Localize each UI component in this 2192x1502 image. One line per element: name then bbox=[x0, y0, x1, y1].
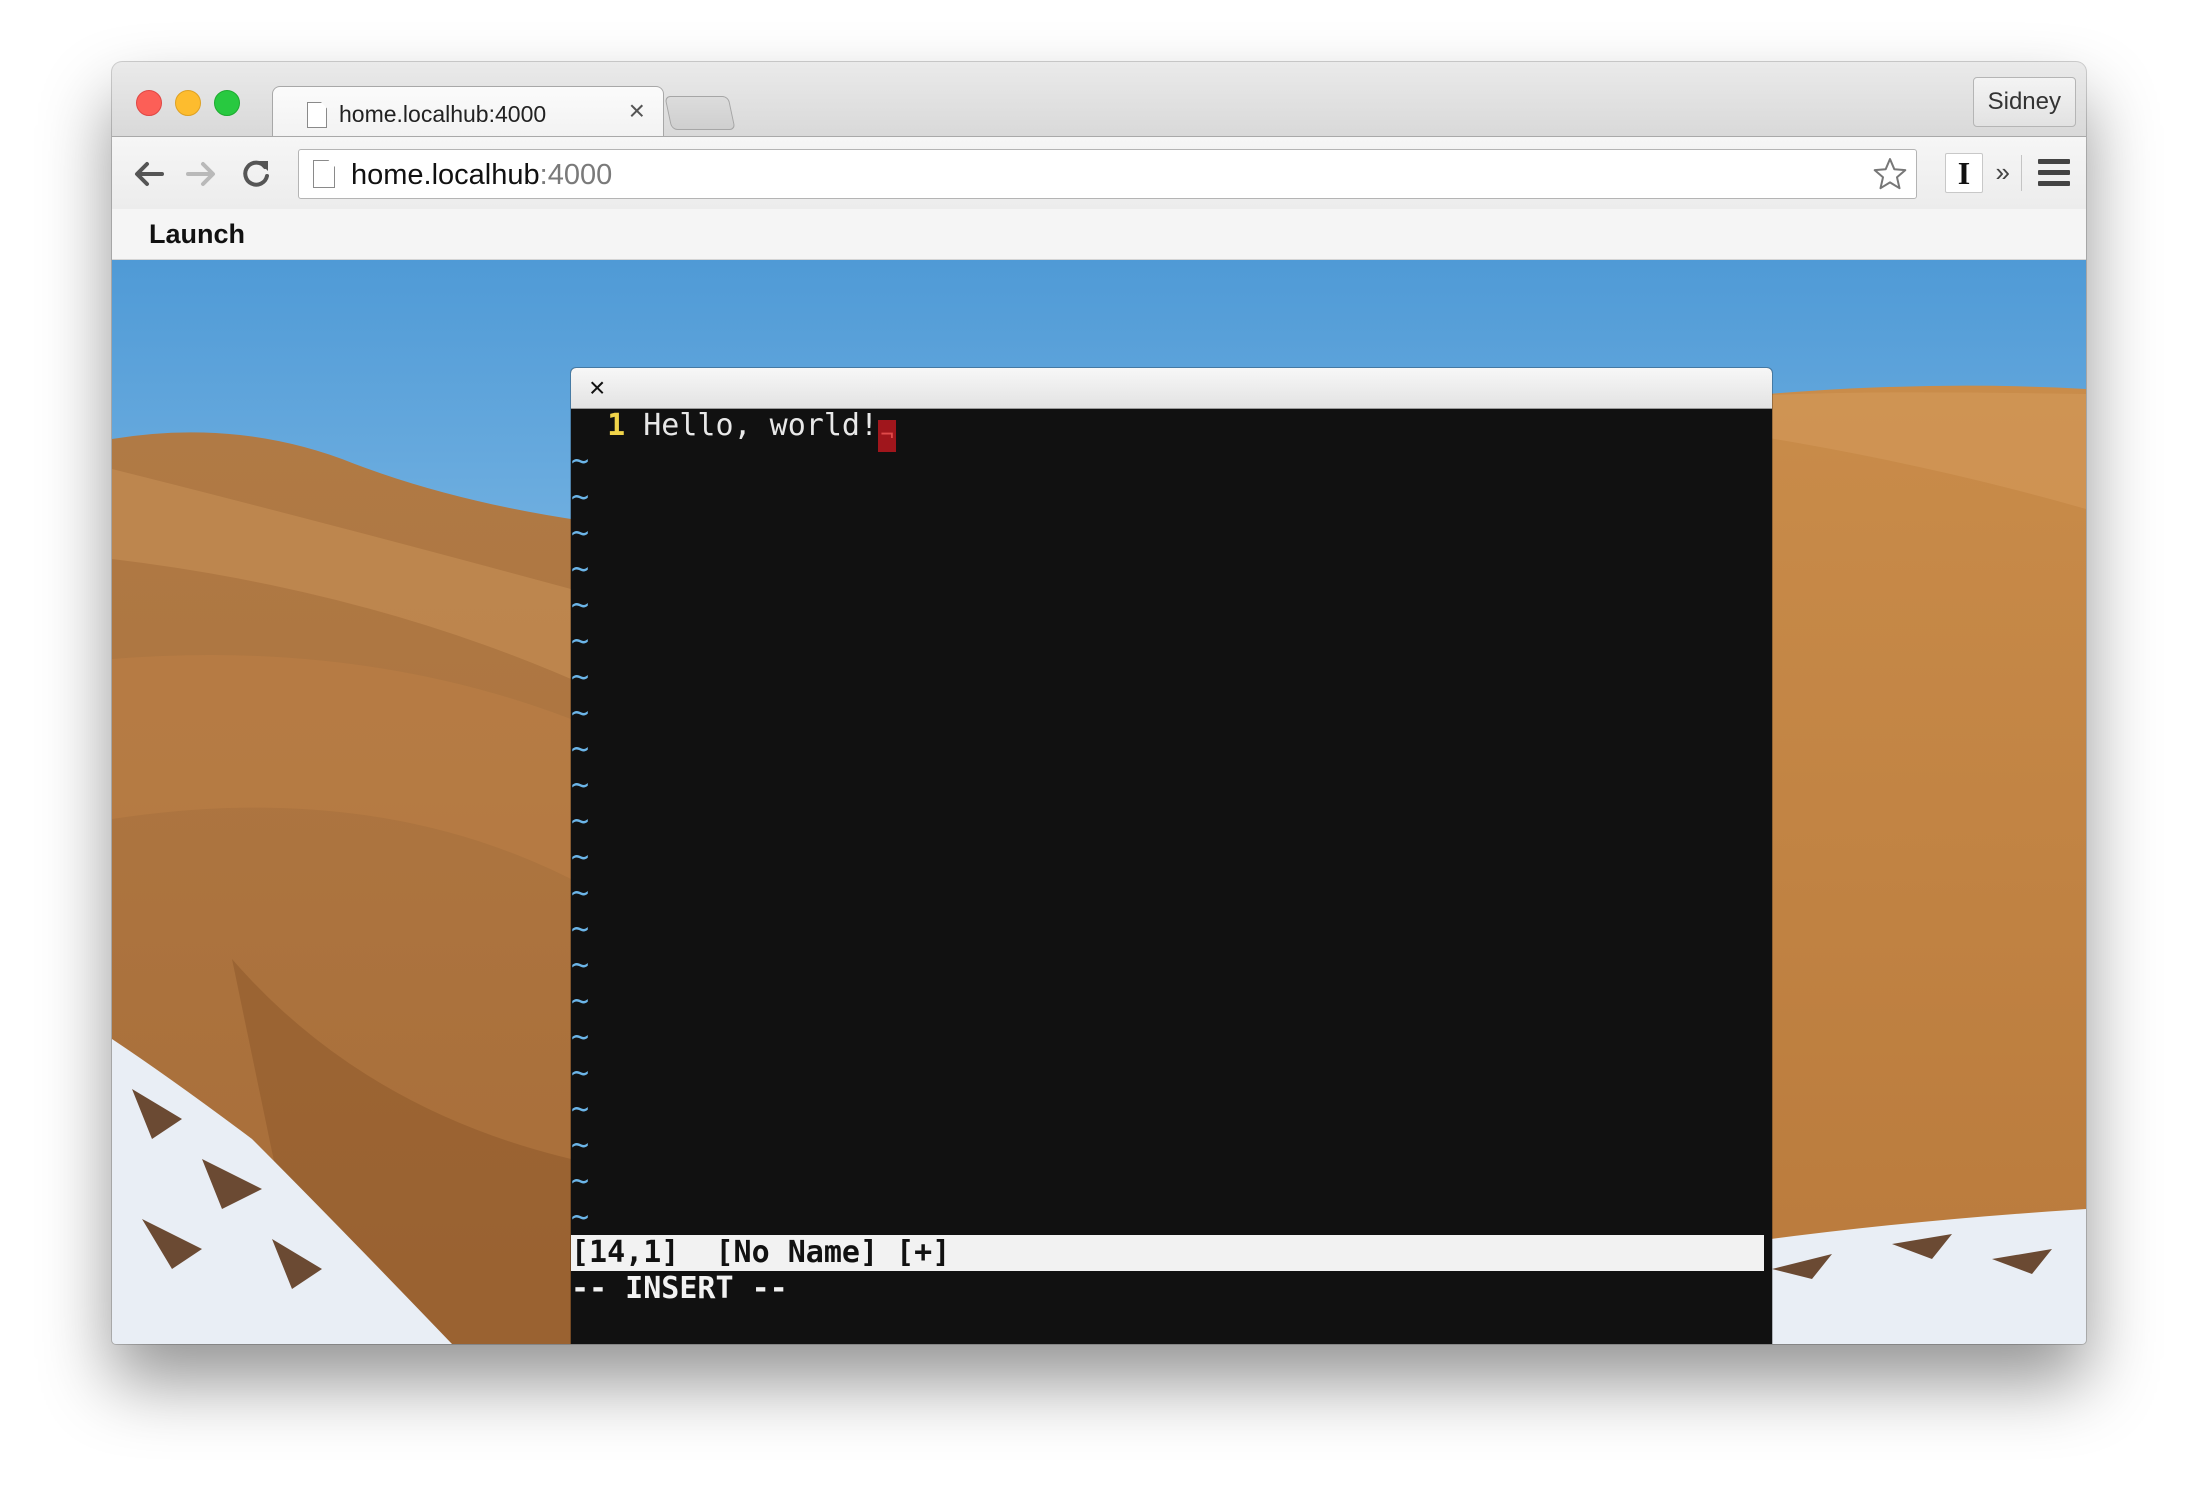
buffer-line: 1 Hello, world! ¬ bbox=[571, 408, 897, 452]
tilde-marker: ~ bbox=[571, 624, 590, 659]
status-line: [14,1] [No Name] [+] bbox=[571, 1235, 1764, 1271]
tilde-marker: ~ bbox=[571, 1092, 590, 1127]
tab-title: home.localhub:4000 bbox=[339, 101, 547, 127]
toolbar: home.localhub:4000 I » bbox=[112, 136, 2086, 210]
close-window-button[interactable] bbox=[136, 90, 162, 116]
mode-indicator: -- INSERT -- bbox=[571, 1271, 788, 1306]
tilde-marker: ~ bbox=[571, 984, 590, 1019]
tilde-marker: ~ bbox=[571, 912, 590, 947]
star-icon[interactable] bbox=[1872, 156, 1908, 192]
tilde-marker: ~ bbox=[571, 1020, 590, 1055]
tilde-marker: ~ bbox=[571, 480, 590, 515]
close-icon[interactable]: × bbox=[589, 372, 605, 404]
tilde-marker: ~ bbox=[571, 552, 590, 587]
line-number-value: 1 bbox=[607, 408, 626, 443]
tilde-marker: ~ bbox=[571, 1056, 590, 1091]
tab-close-icon[interactable]: × bbox=[629, 95, 645, 126]
tilde-marker: ~ bbox=[571, 948, 590, 983]
tilde-marker: ~ bbox=[571, 516, 590, 551]
minimize-window-button[interactable] bbox=[175, 90, 201, 116]
terminal-title-bar: × bbox=[571, 368, 1772, 409]
app-bar: Launch bbox=[112, 209, 2086, 260]
extensions-overflow-icon[interactable]: » bbox=[1996, 157, 2010, 188]
tilde-marker: ~ bbox=[571, 588, 590, 623]
title-bar: home.localhub:4000 × Sidney bbox=[112, 62, 2086, 139]
tilde-marker: ~ bbox=[571, 1164, 590, 1199]
extension-icon[interactable]: I bbox=[1945, 153, 1983, 193]
launch-link[interactable]: Launch bbox=[149, 219, 245, 250]
profile-button[interactable]: Sidney bbox=[1972, 77, 2076, 127]
tab-active[interactable]: home.localhub:4000 × bbox=[272, 86, 664, 139]
address-bar[interactable]: home.localhub:4000 bbox=[298, 149, 1917, 199]
vim-editor[interactable]: 1 Hello, world!¬ ~~~~~~~~~~~~~~~~~~~~~~~… bbox=[571, 408, 1772, 1344]
tilde-marker: ~ bbox=[571, 696, 590, 731]
tilde-marker: ~ bbox=[571, 840, 590, 875]
reload-icon[interactable] bbox=[238, 157, 274, 191]
line-text: Hello, world! bbox=[625, 408, 879, 443]
browser-window: home.localhub:4000 × Sidney home.localhu… bbox=[112, 62, 2086, 1344]
page-icon bbox=[313, 160, 335, 188]
zoom-window-button[interactable] bbox=[214, 90, 240, 116]
tilde-marker: ~ bbox=[571, 660, 590, 695]
tilde-marker: ~ bbox=[571, 444, 590, 479]
url-text[interactable]: home.localhub:4000 bbox=[351, 159, 612, 192]
tilde-marker: ~ bbox=[571, 1200, 590, 1235]
toolbar-divider bbox=[2021, 155, 2022, 191]
forward-arrow-icon[interactable] bbox=[184, 157, 220, 191]
tilde-marker: ~ bbox=[571, 1128, 590, 1163]
text-cursor: ¬ bbox=[878, 420, 897, 452]
tilde-marker: ~ bbox=[571, 732, 590, 767]
back-arrow-icon[interactable] bbox=[130, 157, 166, 191]
page-content: Launch × 1 Hello, world! ¬ ~ ~ ~ ~ ~ ~ ~… bbox=[112, 209, 2086, 1344]
tilde-marker: ~ bbox=[571, 876, 590, 911]
menu-icon[interactable] bbox=[2038, 159, 2070, 187]
new-tab-button[interactable] bbox=[664, 96, 736, 130]
tilde-marker: ~ bbox=[571, 768, 590, 803]
page-icon bbox=[307, 102, 327, 128]
tilde-marker: ~ bbox=[571, 804, 590, 839]
terminal-window[interactable]: × 1 Hello, world! ¬ ~ ~ ~ ~ ~ ~ ~ ~ ~ ~ ~ ~ ~ ~ ~ ~ ~ ~ ~ ~ ~… bbox=[571, 368, 1772, 1344]
line-number bbox=[571, 408, 607, 443]
